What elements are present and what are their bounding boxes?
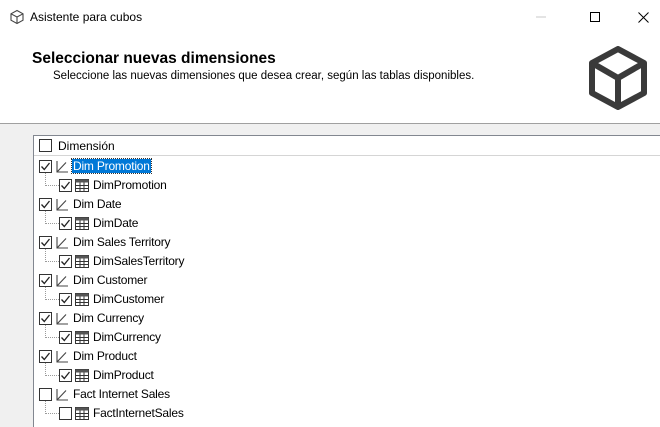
dimension-icon (55, 312, 69, 326)
table-checkbox[interactable] (59, 293, 72, 306)
table-row[interactable]: DimSalesTerritory (34, 252, 660, 271)
table-checkbox[interactable] (59, 331, 72, 344)
dimension-tree[interactable]: Dimensión Dim Promotion DimPromotion Dim D… (33, 135, 660, 427)
table-checkbox[interactable] (59, 179, 72, 192)
dimension-label[interactable]: Dim Customer (72, 273, 148, 287)
column-header-label: Dimensión (58, 139, 115, 153)
dimension-row[interactable]: Dim Product (34, 347, 660, 366)
table-icon (75, 179, 89, 193)
table-label[interactable]: DimSalesTerritory (92, 254, 185, 268)
dimension-label[interactable]: Dim Product (72, 349, 138, 363)
table-checkbox[interactable] (59, 369, 72, 382)
table-label[interactable]: DimCustomer (92, 292, 165, 306)
cube-logo-icon (589, 46, 647, 110)
page-subtitle: Seleccione las nuevas dimensiones que de… (53, 70, 475, 82)
table-checkbox[interactable] (59, 217, 72, 230)
table-checkbox[interactable] (59, 407, 72, 420)
table-row[interactable]: FactInternetSales (34, 404, 660, 423)
dimension-icon (55, 274, 69, 288)
tree-column-header: Dimensión (34, 136, 660, 156)
close-button[interactable] (620, 0, 660, 34)
dimension-row[interactable]: Dim Date (34, 195, 660, 214)
page-title: Seleccionar nuevas dimensiones (32, 50, 276, 67)
wizard-content: Dimensión Dim Promotion DimPromotion Dim D… (0, 124, 660, 427)
select-all-checkbox[interactable] (39, 139, 52, 152)
dimension-label[interactable]: Dim Sales Territory (72, 235, 171, 249)
dimension-row[interactable]: Dim Sales Territory (34, 233, 660, 252)
dimension-label[interactable]: Dim Date (72, 197, 122, 211)
dimension-checkbox[interactable] (39, 274, 52, 287)
table-icon (75, 369, 89, 383)
dimension-row[interactable]: Dim Currency (34, 309, 660, 328)
dimension-checkbox[interactable] (39, 350, 52, 363)
window-title: Asistente para cubos (30, 10, 143, 24)
dimension-checkbox[interactable] (39, 388, 52, 401)
minimize-icon (536, 16, 546, 18)
dimension-label[interactable]: Dim Currency (72, 311, 145, 325)
dimension-label[interactable]: Dim Promotion (71, 158, 152, 174)
title-bar: Asistente para cubos (0, 0, 660, 34)
table-icon (75, 331, 89, 345)
table-row[interactable]: DimCustomer (34, 290, 660, 309)
dimension-checkbox[interactable] (39, 312, 52, 325)
dimension-icon (55, 388, 69, 402)
table-label[interactable]: DimPromotion (92, 178, 168, 192)
dimension-checkbox[interactable] (39, 160, 52, 173)
table-row[interactable]: DimDate (34, 214, 660, 233)
table-row[interactable]: DimCurrency (34, 328, 660, 347)
wizard-header: Seleccionar nuevas dimensiones Seleccion… (0, 34, 660, 123)
table-icon (75, 293, 89, 307)
dimension-icon (55, 198, 69, 212)
table-icon (75, 407, 89, 421)
dimension-row[interactable]: Dim Promotion (34, 157, 660, 176)
table-label[interactable]: DimCurrency (92, 330, 162, 344)
dimension-checkbox[interactable] (39, 198, 52, 211)
table-row[interactable]: DimPromotion (34, 176, 660, 195)
table-label[interactable]: DimProduct (92, 368, 155, 382)
close-icon (637, 11, 649, 23)
dimension-label[interactable]: Fact Internet Sales (72, 387, 171, 401)
table-label[interactable]: FactInternetSales (92, 406, 185, 420)
table-icon (75, 255, 89, 269)
minimize-button[interactable] (518, 0, 564, 34)
dimension-checkbox[interactable] (39, 236, 52, 249)
table-icon (75, 217, 89, 231)
dimension-row[interactable]: Fact Internet Sales (34, 385, 660, 404)
dimension-row[interactable]: Dim Customer (34, 271, 660, 290)
table-label[interactable]: DimDate (92, 216, 139, 230)
table-row[interactable]: DimProduct (34, 366, 660, 385)
dimension-icon (55, 160, 69, 174)
dimension-icon (55, 350, 69, 364)
maximize-icon (590, 12, 600, 22)
table-checkbox[interactable] (59, 255, 72, 268)
dimension-icon (55, 236, 69, 250)
maximize-button[interactable] (572, 0, 618, 34)
cube-icon (10, 9, 24, 25)
